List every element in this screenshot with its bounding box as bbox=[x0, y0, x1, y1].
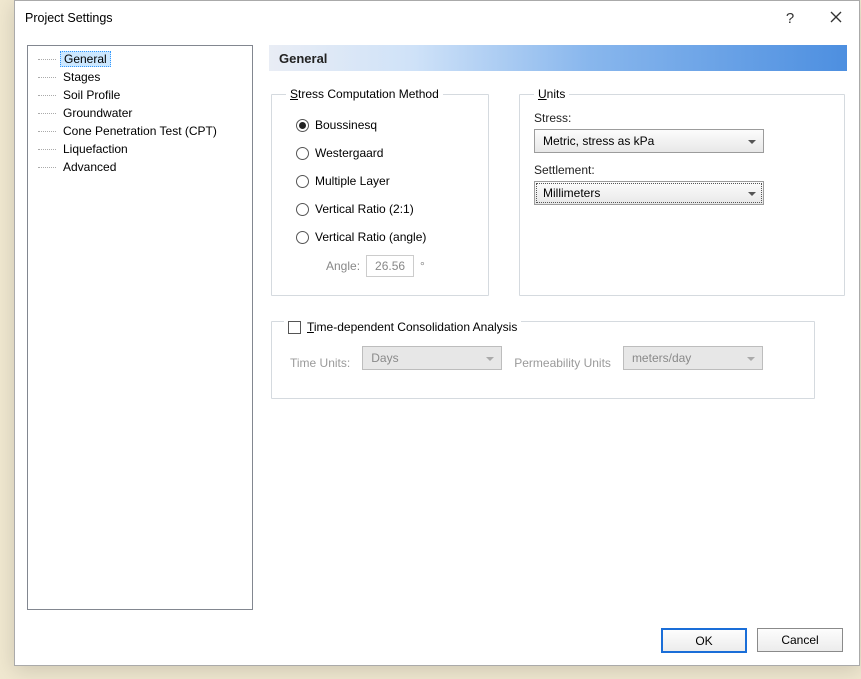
right-panel: General Stress Computation Method Boussi… bbox=[269, 45, 847, 610]
tree-label: General bbox=[60, 51, 111, 67]
units-legend: Units bbox=[534, 87, 569, 101]
angle-label: Angle: bbox=[326, 259, 360, 273]
tree-label: Stages bbox=[60, 70, 103, 84]
tree-branch-icon bbox=[38, 95, 56, 96]
chevron-down-icon bbox=[747, 188, 757, 198]
close-button[interactable] bbox=[813, 3, 859, 33]
radio-label: Multiple Layer bbox=[315, 174, 390, 188]
units-group: Units Stress: Metric, stress as kPa Sett… bbox=[519, 87, 845, 296]
radio-label: Westergaard bbox=[315, 146, 383, 160]
perm-units-select: meters/day bbox=[623, 346, 763, 370]
ok-button[interactable]: OK bbox=[661, 628, 747, 653]
tree-item-liquefaction[interactable]: Liquefaction bbox=[32, 140, 248, 158]
tree-branch-icon bbox=[38, 77, 56, 78]
angle-input: 26.56 bbox=[366, 255, 414, 277]
chevron-down-icon bbox=[747, 136, 757, 146]
tree-label: Cone Penetration Test (CPT) bbox=[60, 124, 220, 138]
tree-item-soil-profile[interactable]: Soil Profile bbox=[32, 86, 248, 104]
perm-units-label: Permeability Units bbox=[514, 356, 611, 370]
radio-icon bbox=[296, 203, 309, 216]
panel-title: General bbox=[269, 45, 847, 71]
time-dependent-group: x Time-dependent Consolidation Analysis … bbox=[271, 314, 815, 399]
radio-label: Vertical Ratio (2:1) bbox=[315, 202, 414, 216]
tree-branch-icon bbox=[38, 59, 56, 60]
tree-label: Advanced bbox=[60, 160, 119, 174]
titlebar: Project Settings ? bbox=[15, 1, 859, 35]
radio-westergaard[interactable]: Westergaard bbox=[286, 139, 474, 167]
time-units-label: Time Units: bbox=[290, 356, 350, 370]
dialog-footer: OK Cancel bbox=[15, 622, 859, 665]
window-title: Project Settings bbox=[25, 11, 767, 25]
tree-label: Groundwater bbox=[60, 106, 135, 120]
angle-unit: ° bbox=[420, 259, 425, 273]
combo-value: Metric, stress as kPa bbox=[543, 134, 654, 148]
tree-label: Liquefaction bbox=[60, 142, 131, 156]
close-icon bbox=[830, 10, 842, 26]
settlement-units-select[interactable]: Millimeters bbox=[534, 181, 764, 205]
stress-method-group: Stress Computation Method Boussinesq Wes… bbox=[271, 87, 489, 296]
chevron-down-icon bbox=[746, 353, 756, 363]
combo-value: Millimeters bbox=[543, 186, 600, 200]
tree-item-advanced[interactable]: Advanced bbox=[32, 158, 248, 176]
project-settings-dialog: Project Settings ? General Stages Soil P… bbox=[14, 0, 860, 666]
tree-branch-icon bbox=[38, 149, 56, 150]
time-units-select: Days bbox=[362, 346, 502, 370]
chevron-down-icon bbox=[485, 353, 495, 363]
tree-item-stages[interactable]: Stages bbox=[32, 68, 248, 86]
combo-value: Days bbox=[371, 351, 398, 365]
help-button[interactable]: ? bbox=[767, 3, 813, 33]
settlement-units-label: Settlement: bbox=[534, 163, 830, 177]
radio-label: Vertical Ratio (angle) bbox=[315, 230, 426, 244]
radio-icon bbox=[296, 119, 309, 132]
radio-vertical-ratio-21[interactable]: Vertical Ratio (2:1) bbox=[286, 195, 474, 223]
tree-branch-icon bbox=[38, 167, 56, 168]
radio-icon bbox=[296, 175, 309, 188]
tree-item-groundwater[interactable]: Groundwater bbox=[32, 104, 248, 122]
radio-label: Boussinesq bbox=[315, 118, 377, 132]
cancel-button[interactable]: Cancel bbox=[757, 628, 843, 652]
radio-icon bbox=[296, 231, 309, 244]
tree-label: Soil Profile bbox=[60, 88, 123, 102]
tree-item-cpt[interactable]: Cone Penetration Test (CPT) bbox=[32, 122, 248, 140]
combo-value: meters/day bbox=[632, 351, 691, 365]
stress-method-legend: Stress Computation Method bbox=[286, 87, 443, 101]
checkbox-icon bbox=[288, 321, 301, 334]
time-dependent-checkbox[interactable]: Time-dependent Consolidation Analysis bbox=[284, 320, 521, 334]
tree-branch-icon bbox=[38, 131, 56, 132]
radio-vertical-ratio-angle[interactable]: Vertical Ratio (angle) bbox=[286, 223, 474, 251]
angle-row: Angle: 26.56 ° bbox=[286, 251, 474, 281]
nav-tree[interactable]: General Stages Soil Profile Groundwater … bbox=[27, 45, 253, 610]
stress-units-label: Stress: bbox=[534, 111, 830, 125]
radio-multiple-layer[interactable]: Multiple Layer bbox=[286, 167, 474, 195]
radio-boussinesq[interactable]: Boussinesq bbox=[286, 111, 474, 139]
stress-units-select[interactable]: Metric, stress as kPa bbox=[534, 129, 764, 153]
tree-branch-icon bbox=[38, 113, 56, 114]
radio-icon bbox=[296, 147, 309, 160]
tree-item-general[interactable]: General bbox=[32, 50, 248, 68]
